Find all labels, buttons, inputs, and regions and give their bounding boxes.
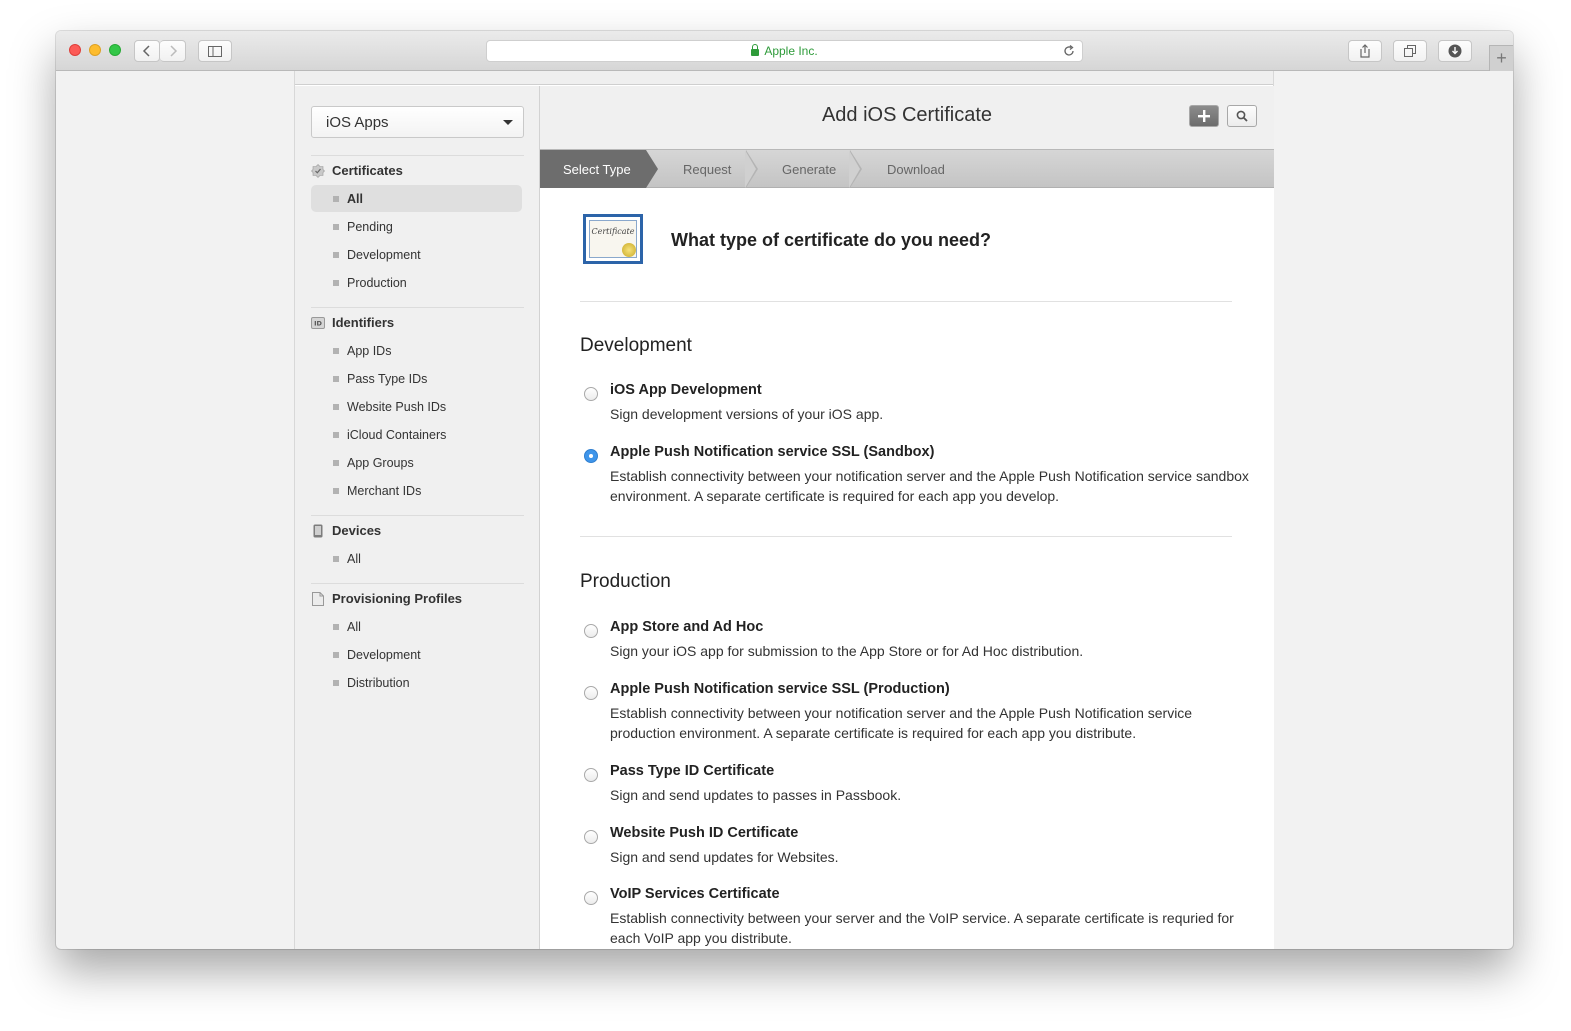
sidebar-item-pass-type-ids[interactable]: Pass Type IDs [311,365,522,392]
sidebar-divider [311,307,524,308]
sidebar-item-certificates-pending[interactable]: Pending [311,213,522,240]
download-icon [1448,44,1462,58]
id-icon: ID [311,316,325,330]
certificate-image: Certificate [583,214,643,264]
seal-icon [622,243,636,257]
sidebar-icon [208,45,222,57]
page-title: Add iOS Certificate [821,104,993,126]
radio-app-store-ad-hoc[interactable] [584,624,598,638]
sidebar-divider [311,155,524,156]
sidebar-toggle-button[interactable] [198,40,232,62]
group-title-development: Development [580,335,692,356]
share-button[interactable] [1348,40,1382,62]
downloads-button[interactable] [1438,40,1472,62]
chevron-right-icon [169,45,177,57]
main-header: Add iOS Certificate [540,86,1274,149]
address-text: Apple Inc. [764,44,818,58]
sidebar-item-certificates-production[interactable]: Production [311,269,522,296]
question-heading: What type of certificate do you need? [671,230,992,250]
platform-select-value: iOS Apps [326,113,389,131]
radio-pass-type-id[interactable] [584,768,598,782]
radio-apns-production[interactable] [584,686,598,700]
new-tab-button[interactable]: + [1489,45,1513,71]
add-button[interactable] [1189,105,1219,127]
progress-steps: Select Type Request Generate Download [540,149,1274,188]
radio-voip-services[interactable] [584,891,598,905]
sidebar: iOS Apps Certificates All Pending Develo… [295,86,540,949]
sidebar-item-app-groups[interactable]: App Groups [311,449,522,476]
zoom-window-button[interactable] [109,44,121,56]
section-provisioning-profiles: Provisioning Profiles [311,591,462,606]
sidebar-item-certificates-all[interactable]: All [311,185,522,212]
lock-icon [751,43,760,56]
step-request: Request [683,161,732,177]
document-icon [311,591,325,606]
chevron-left-icon [142,45,150,57]
platform-select[interactable]: iOS Apps [311,106,524,138]
radio-apns-sandbox[interactable] [584,449,598,463]
svg-text:ID: ID [314,319,322,327]
tabs-icon [1404,45,1416,57]
close-window-button[interactable] [69,44,81,56]
reload-icon[interactable] [1062,44,1076,58]
radio-website-push-id[interactable] [584,830,598,844]
group-title-production: Production [580,571,671,592]
browser-toolbar: Apple Inc. + [56,31,1513,71]
sidebar-item-profiles-all[interactable]: All [311,613,522,640]
main-content: Add iOS Certificate Select Type Request … [540,86,1274,949]
address-bar[interactable]: Apple Inc. [486,40,1083,62]
back-button[interactable] [134,40,160,62]
browser-window: Apple Inc. + iOS Apps Certificates All P… [56,31,1513,949]
share-icon [1360,44,1370,58]
device-icon [311,524,325,538]
web-page: iOS Apps Certificates All Pending Develo… [294,71,1274,949]
page-top-strip [295,71,1273,85]
minimize-window-button[interactable] [89,44,101,56]
divider [580,301,1232,302]
sidebar-item-profiles-distribution[interactable]: Distribution [311,669,522,696]
step-generate: Generate [782,161,837,177]
section-devices: Devices [311,523,381,538]
tabs-overview-button[interactable] [1393,40,1427,62]
section-identifiers: ID Identifiers [311,315,394,330]
forward-button[interactable] [160,40,186,62]
sidebar-divider [311,515,524,516]
search-icon [1236,110,1248,122]
search-button[interactable] [1227,105,1257,127]
plus-icon [1198,110,1210,122]
radio-ios-app-development[interactable] [584,387,598,401]
certificate-icon [311,163,325,178]
step-select-type: Select Type [540,150,646,188]
sidebar-item-app-ids[interactable]: App IDs [311,337,522,364]
sidebar-item-merchant-ids[interactable]: Merchant IDs [311,477,522,504]
sidebar-item-icloud-containers[interactable]: iCloud Containers [311,421,522,448]
sidebar-divider [311,583,524,584]
section-certificates: Certificates [311,163,403,178]
sidebar-item-profiles-development[interactable]: Development [311,641,522,668]
divider [580,536,1232,537]
caret-down-icon [503,120,513,125]
sidebar-item-certificates-development[interactable]: Development [311,241,522,268]
sidebar-item-website-push-ids[interactable]: Website Push IDs [311,393,522,420]
sidebar-item-devices-all[interactable]: All [311,545,522,572]
step-download: Download [887,161,945,177]
